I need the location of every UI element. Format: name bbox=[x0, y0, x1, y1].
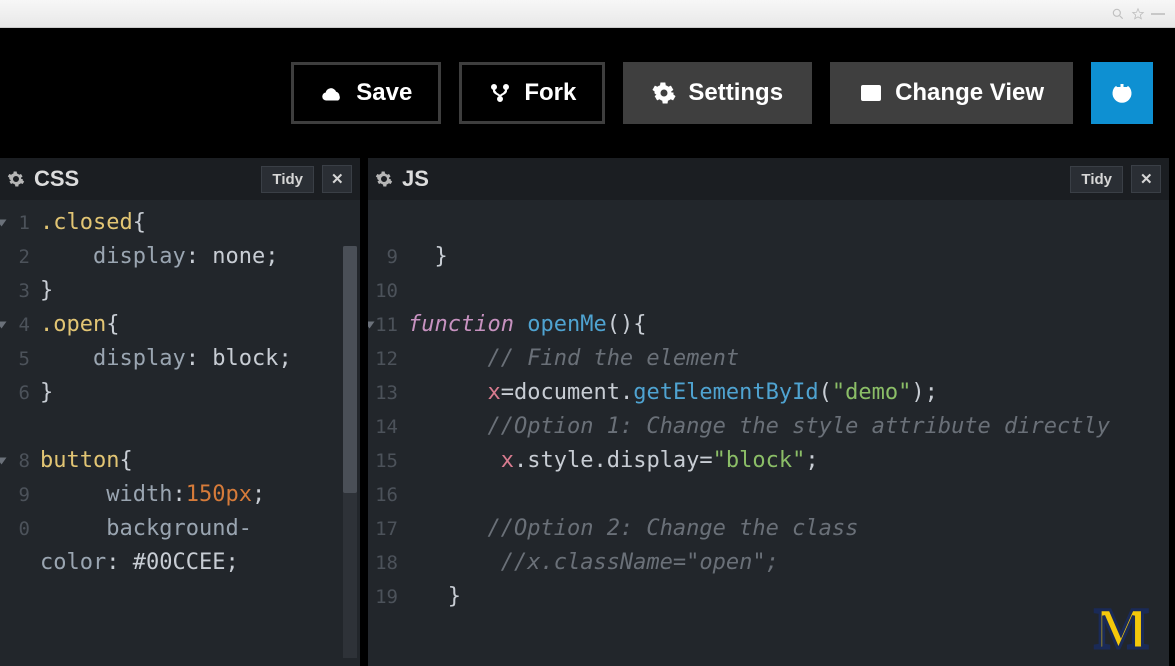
view-icon bbox=[859, 81, 883, 105]
css-panel: CSS Tidy ✕ 123456890 .closed{ display: n… bbox=[0, 158, 360, 666]
css-tidy-button[interactable]: Tidy bbox=[261, 166, 314, 193]
css-code[interactable]: .closed{ display: none;}.open{ display: … bbox=[34, 200, 360, 666]
css-scrollbar-thumb[interactable] bbox=[343, 246, 357, 493]
save-button[interactable]: Save bbox=[291, 62, 441, 124]
css-panel-gear-icon[interactable] bbox=[6, 169, 26, 189]
js-panel-gear-icon[interactable] bbox=[374, 169, 394, 189]
settings-button[interactable]: Settings bbox=[623, 62, 812, 124]
zoom-icon[interactable] bbox=[1111, 7, 1125, 21]
js-editor[interactable]: 910111213141516171819 }function openMe()… bbox=[368, 200, 1169, 666]
change-view-button[interactable]: Change View bbox=[830, 62, 1073, 124]
css-editor[interactable]: 123456890 .closed{ display: none;}.open{… bbox=[0, 200, 360, 666]
save-label: Save bbox=[356, 79, 412, 107]
js-panel-title: JS bbox=[402, 166, 429, 192]
fork-icon bbox=[488, 81, 512, 105]
js-close-button[interactable]: ✕ bbox=[1131, 165, 1161, 193]
power-icon bbox=[1110, 81, 1134, 105]
js-code[interactable]: }function openMe(){ // Find the element … bbox=[402, 200, 1169, 666]
star-icon[interactable] bbox=[1131, 7, 1145, 21]
fork-button[interactable]: Fork bbox=[459, 62, 605, 124]
css-gutter: 123456890 bbox=[0, 200, 34, 666]
change-view-label: Change View bbox=[895, 79, 1044, 107]
js-gutter: 910111213141516171819 bbox=[368, 200, 402, 666]
cloud-icon bbox=[320, 81, 344, 105]
css-scrollbar[interactable] bbox=[343, 246, 357, 658]
js-tidy-button[interactable]: Tidy bbox=[1070, 166, 1123, 193]
fork-label: Fork bbox=[524, 79, 576, 107]
menu-lines-icon[interactable] bbox=[1151, 7, 1165, 21]
browser-chrome bbox=[0, 0, 1175, 28]
css-panel-header: CSS Tidy ✕ bbox=[0, 158, 360, 200]
js-panel: JS Tidy ✕ 910111213141516171819 }functio… bbox=[368, 158, 1169, 666]
editor-panels: CSS Tidy ✕ 123456890 .closed{ display: n… bbox=[0, 158, 1175, 666]
toolbar: Save Fork Settings Change View bbox=[0, 28, 1175, 158]
css-panel-title: CSS bbox=[34, 166, 79, 192]
settings-label: Settings bbox=[688, 79, 783, 107]
app: Save Fork Settings Change View bbox=[0, 28, 1175, 666]
js-panel-header: JS Tidy ✕ bbox=[368, 158, 1169, 200]
gear-icon bbox=[652, 81, 676, 105]
michigan-logo: M bbox=[1094, 595, 1145, 662]
power-button[interactable] bbox=[1091, 62, 1153, 124]
css-close-button[interactable]: ✕ bbox=[322, 165, 352, 193]
